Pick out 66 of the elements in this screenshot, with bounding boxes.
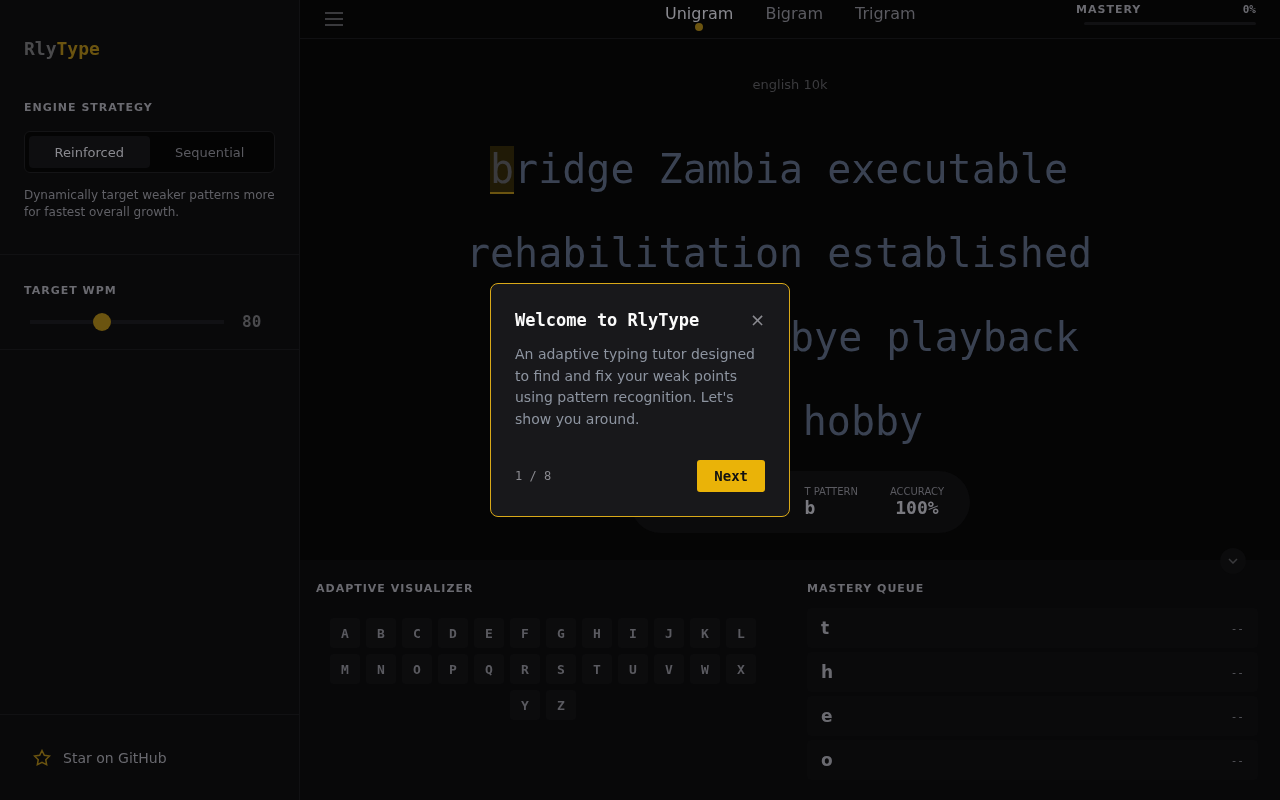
typing-word-line: hobby [802, 398, 924, 444]
dialog-title: Welcome to RlyType [515, 310, 700, 330]
chevron-down-icon [1228, 558, 1238, 564]
letter-key: P [438, 654, 468, 684]
queue-pattern: o [821, 750, 833, 770]
queue-score: -- [1230, 709, 1244, 723]
mastery-value: 0% [1242, 3, 1256, 16]
letter-key: I [618, 618, 648, 648]
letter-key: D [438, 618, 468, 648]
queue-score: -- [1230, 621, 1244, 635]
letter-key: Y [510, 690, 540, 720]
queue-pattern: t [821, 618, 830, 638]
section-heading: TARGET WPM [24, 284, 117, 297]
strategy-option[interactable]: Reinforced [29, 136, 150, 168]
letter-key: T [582, 654, 612, 684]
section-heading: ENGINE STRATEGY [24, 101, 153, 114]
letter-key: L [726, 618, 756, 648]
wpm-value: 80 [242, 312, 262, 331]
letter-key: A [330, 618, 360, 648]
letter-key: O [402, 654, 432, 684]
mastery-label: MASTERY [1076, 3, 1142, 16]
letter-key: N [366, 654, 396, 684]
letter-key: C [402, 618, 432, 648]
letter-key: V [654, 654, 684, 684]
wpm-slider-thumb[interactable] [92, 312, 111, 331]
typing-word-line: bye playback [790, 314, 1079, 360]
next-button[interactable]: Next [697, 460, 765, 492]
letter-key: S [546, 654, 576, 684]
star-icon [33, 748, 51, 767]
letter-key: H [582, 618, 612, 648]
queue-score: -- [1230, 665, 1244, 679]
close-button[interactable]: × [749, 311, 765, 329]
letter-key: Q [474, 654, 504, 684]
letter-key: M [330, 654, 360, 684]
word-list-label[interactable]: english 10k [752, 77, 828, 92]
stat-label: ACCURACY [889, 486, 944, 497]
section-heading: MASTERY QUEUE [807, 582, 925, 595]
queue-pattern: e [821, 706, 833, 726]
letter-key: Z [546, 690, 576, 720]
queue-pattern: h [821, 662, 834, 682]
letter-key: G [546, 618, 576, 648]
step-counter: 1 / 8 [515, 469, 552, 483]
letter-key: K [690, 618, 720, 648]
stat-value: b [804, 497, 816, 518]
strategy-option[interactable]: Sequential [149, 136, 270, 168]
mode-tab[interactable]: Bigram [765, 0, 823, 33]
stat-label: T PATTERN [804, 486, 858, 497]
menu-icon[interactable] [324, 11, 344, 27]
section-heading: ADAPTIVE VISUALIZER [316, 582, 474, 595]
stat-value: 100% [895, 497, 939, 518]
dialog-body: An adaptive typing tutor designed to find and fix your weak points using pattern recognition. Let's show you around. [515, 345, 756, 429]
letter-key: F [510, 618, 540, 648]
letter-key: J [654, 618, 684, 648]
letter-key: U [618, 654, 648, 684]
letter-key: B [366, 618, 396, 648]
github-link[interactable]: Star on GitHub [24, 748, 176, 767]
app-logo: RlyType [23, 37, 101, 61]
mode-tab[interactable]: Trigram [854, 0, 916, 33]
letter-key: W [690, 654, 720, 684]
letter-key: E [474, 618, 504, 648]
letter-key: X [726, 654, 756, 684]
queue-score: -- [1230, 753, 1244, 767]
mode-tab[interactable]: Unigram [665, 0, 734, 33]
letter-key: R [510, 654, 540, 684]
strategy-description: Dynamically target weaker patterns more for fastest overall growth. [24, 187, 275, 221]
typing-word-line: rehabilitation established [465, 230, 1093, 276]
